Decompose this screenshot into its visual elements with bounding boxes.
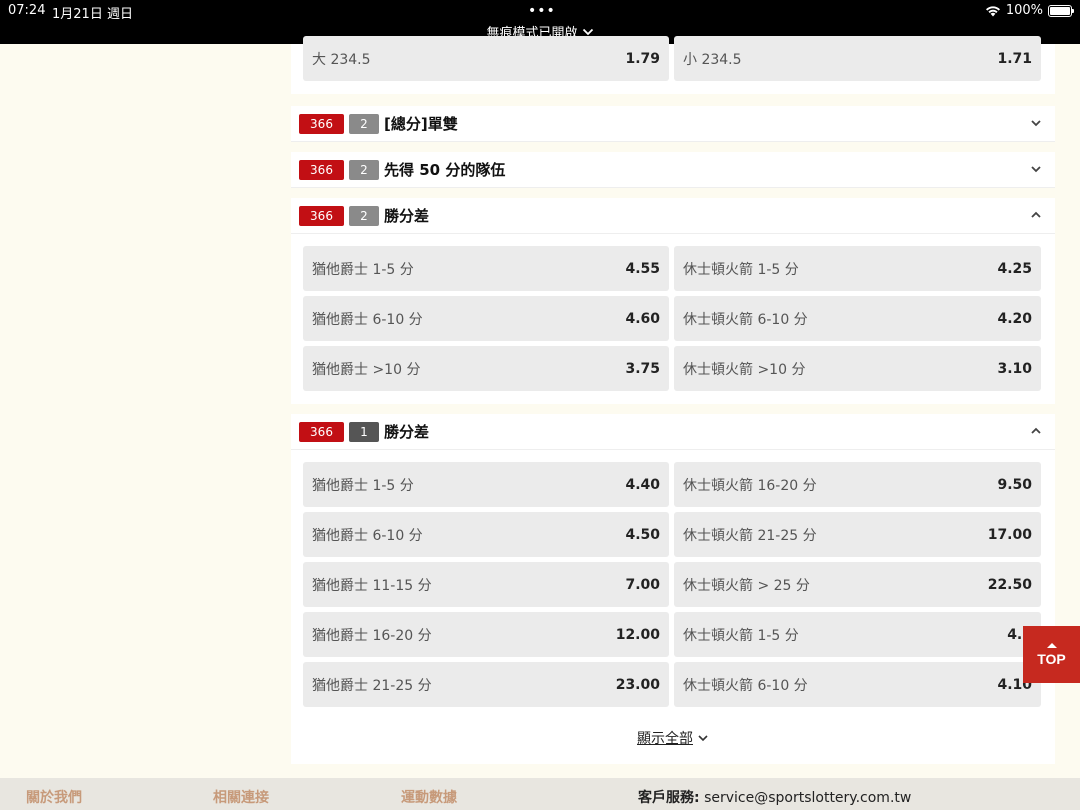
odds-cell[interactable]: 休士頓火箭 > 25 分 22.50: [674, 562, 1041, 607]
multitask-dots-icon[interactable]: •••: [528, 3, 556, 19]
customer-service: 客戶服務: service@sportslottery.com.tw: [638, 787, 911, 807]
odds-label: 休士頓火箭 1-5 分: [683, 261, 799, 278]
chevron-up-icon: [1031, 427, 1041, 434]
chevron-down-icon: [698, 735, 708, 742]
market-title: 勝分差: [384, 423, 430, 441]
odds-label: 猶他爵士 6-10 分: [312, 527, 423, 544]
odds-cell[interactable]: 猶他爵士 >10 分 3.75: [303, 346, 669, 391]
period-badge: 1: [349, 421, 379, 442]
odds-over[interactable]: 大 234.5 1.79: [303, 36, 669, 81]
odds-cell[interactable]: 猶他爵士 1-5 分 4.55: [303, 246, 669, 291]
odds-cell[interactable]: 休士頓火箭 1-5 分 4.25: [674, 246, 1041, 291]
arrow-up-icon: [1046, 642, 1057, 648]
chevron-down-icon: [582, 28, 593, 35]
odds-label: 大 234.5: [312, 51, 371, 68]
market-title: 勝分差: [384, 207, 430, 225]
odds-cell[interactable]: 休士頓火箭 21-25 分 17.00: [674, 512, 1041, 557]
odds-cell[interactable]: 猶他爵士 1-5 分 4.40: [303, 462, 669, 507]
odds-label: 猶他爵士 6-10 分: [312, 311, 423, 328]
odds-cell[interactable]: 休士頓火箭 1-5 分 4.1: [674, 612, 1041, 657]
footer-link-related[interactable]: 相關連接: [213, 787, 269, 807]
odds-label: 休士頓火箭 6-10 分: [683, 677, 808, 694]
status-time: 07:24: [8, 3, 46, 18]
odds-value: 4.60: [625, 310, 660, 327]
wifi-icon: [985, 5, 1000, 16]
market-title: 先得 50 分的隊伍: [384, 161, 506, 179]
odds-cell[interactable]: 猶他爵士 11-15 分 7.00: [303, 562, 669, 607]
service-label: 客戶服務:: [638, 790, 700, 806]
chevron-down-icon: [1031, 166, 1041, 173]
market-body-margin-1: 猶他爵士 1-5 分 4.40 休士頓火箭 16-20 分 9.50 猶他爵士 6-…: [291, 450, 1055, 764]
odds-value: 22.50: [987, 576, 1032, 593]
odds-value: 4.20: [997, 310, 1032, 327]
odds-value: 12.00: [615, 626, 660, 643]
odds-label: 猶他爵士 21-25 分: [312, 677, 432, 694]
odds-cell[interactable]: 猶他爵士 6-10 分 4.60: [303, 296, 669, 341]
odds-cell[interactable]: 休士頓火箭 16-20 分 9.50: [674, 462, 1041, 507]
chevron-down-icon: [1031, 120, 1041, 127]
odds-value: 4.40: [625, 476, 660, 493]
odds-value: 4.25: [997, 260, 1032, 277]
odds-value: 7.00: [625, 576, 660, 593]
footer: 關於我們 相關連接 運動數據 客戶服務: service@sportslotte…: [0, 778, 1080, 810]
odds-label: 休士頓火箭 16-20 分: [683, 477, 817, 494]
market-header-margin-1[interactable]: 366 1 勝分差: [291, 414, 1055, 450]
odds-value: 23.00: [615, 676, 660, 693]
market-title: [總分]單雙: [384, 115, 458, 133]
period-badge: 2: [349, 205, 379, 226]
over-under-panel: 大 234.5 1.79 小 234.5 1.71: [291, 36, 1055, 94]
odds-value: 1.79: [625, 50, 660, 67]
odds-cell[interactable]: 休士頓火箭 6-10 分 4.10: [674, 662, 1041, 707]
odds-label: 猶他爵士 1-5 分: [312, 261, 414, 278]
show-all-link[interactable]: 顯示全部: [291, 728, 1055, 748]
odds-cell[interactable]: 猶他爵士 21-25 分 23.00: [303, 662, 669, 707]
odds-cell[interactable]: 猶他爵士 16-20 分 12.00: [303, 612, 669, 657]
odds-cell[interactable]: 休士頓火箭 >10 分 3.10: [674, 346, 1041, 391]
market-code-badge: 366: [299, 159, 344, 180]
battery-icon: [1048, 4, 1074, 17]
odds-label: 休士頓火箭 >10 分: [683, 361, 806, 378]
market-body-margin-2: 猶他爵士 1-5 分 4.55 休士頓火箭 1-5 分 4.25 猶他爵士 6-10…: [291, 234, 1055, 404]
odds-value: 1.71: [997, 50, 1032, 67]
market-code-badge: 366: [299, 421, 344, 442]
status-right: 100%: [985, 3, 1074, 18]
show-all-label: 顯示全部: [637, 731, 693, 747]
status-date: 1月21日 週日: [52, 7, 133, 22]
odds-cell[interactable]: 猶他爵士 6-10 分 4.50: [303, 512, 669, 557]
battery-percent: 100%: [1005, 3, 1043, 18]
odds-label: 小 234.5: [683, 51, 742, 68]
odds-value: 4.50: [625, 526, 660, 543]
market-header-odd-even[interactable]: 366 2 [總分]單雙: [291, 106, 1055, 142]
odds-value: 3.10: [997, 360, 1032, 377]
scroll-top-button[interactable]: TOP: [1023, 626, 1080, 683]
odds-cell[interactable]: 休士頓火箭 6-10 分 4.20: [674, 296, 1041, 341]
odds-label: 休士頓火箭 6-10 分: [683, 311, 808, 328]
odds-under[interactable]: 小 234.5 1.71: [674, 36, 1041, 81]
odds-label: 猶他爵士 11-15 分: [312, 577, 432, 594]
odds-value: 4.55: [625, 260, 660, 277]
footer-link-about[interactable]: 關於我們: [26, 787, 82, 807]
period-badge: 2: [349, 159, 379, 180]
market-code-badge: 366: [299, 113, 344, 134]
odds-label: 休士頓火箭 > 25 分: [683, 577, 810, 594]
top-label: TOP: [1037, 650, 1066, 667]
odds-value: 3.75: [625, 360, 660, 377]
market-header-margin-2[interactable]: 366 2 勝分差: [291, 198, 1055, 234]
odds-label: 猶他爵士 1-5 分: [312, 477, 414, 494]
odds-label: 猶他爵士 16-20 分: [312, 627, 432, 644]
odds-label: 休士頓火箭 1-5 分: [683, 627, 799, 644]
odds-label: 猶他爵士 >10 分: [312, 361, 421, 378]
odds-value: 17.00: [987, 526, 1032, 543]
market-header-first-to-50[interactable]: 366 2 先得 50 分的隊伍: [291, 152, 1055, 188]
footer-link-stats[interactable]: 運動數據: [401, 787, 457, 807]
market-code-badge: 366: [299, 205, 344, 226]
service-email[interactable]: service@sportslottery.com.tw: [704, 790, 911, 806]
odds-label: 休士頓火箭 21-25 分: [683, 527, 817, 544]
period-badge: 2: [349, 113, 379, 134]
chevron-up-icon: [1031, 211, 1041, 218]
odds-value: 9.50: [997, 476, 1032, 493]
